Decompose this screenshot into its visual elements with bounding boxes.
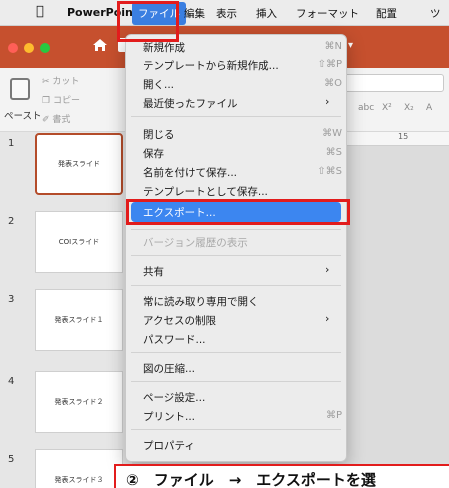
slide-thumbnail[interactable]: 発表スライド xyxy=(35,133,123,195)
menu-separator xyxy=(131,229,341,230)
menu-view[interactable]: 表示 xyxy=(216,6,237,21)
ruler-mark: 15 xyxy=(398,132,409,141)
slide-thumbnail-title: 発表スライド１ xyxy=(54,316,104,324)
shortcut-save: ⌘S xyxy=(325,147,342,158)
instruction-note: ② ファイル → エクスポートを選 xyxy=(114,464,449,488)
slide-thumbnail[interactable]: 発表スライド３ xyxy=(35,449,123,488)
menubar:  PowerPoint ファイル 編集 表示 挿入 フォーマット 配置 ツ xyxy=(0,0,449,26)
copy-button[interactable]: ❐ コピー xyxy=(42,93,80,106)
menu-separator xyxy=(131,429,341,430)
shortcut-new: ⌘N xyxy=(324,41,342,52)
menu-item-page-setup[interactable]: ページ設定... xyxy=(143,390,205,405)
menu-item-new-from-template[interactable]: テンプレートから新規作成... xyxy=(143,58,279,73)
menu-item-restrict-access[interactable]: アクセスの制限 xyxy=(143,313,216,328)
menu-item-open[interactable]: 開く... xyxy=(143,77,174,92)
format-painter-button[interactable]: ✐ 書式 xyxy=(42,112,70,125)
menu-separator xyxy=(131,255,341,256)
slide-number: 4 xyxy=(8,376,15,387)
menu-item-save-as[interactable]: 名前を付けて保存... xyxy=(143,165,237,180)
menu-item-new[interactable]: 新規作成 xyxy=(143,40,185,55)
menu-separator xyxy=(131,352,341,353)
apple-icon[interactable]:  xyxy=(36,4,44,19)
home-icon[interactable] xyxy=(92,37,108,53)
paste-icon[interactable] xyxy=(10,78,30,100)
font-effects-button[interactable]: A xyxy=(426,103,432,113)
superscript-button[interactable]: X² xyxy=(382,103,392,113)
close-window-button[interactable] xyxy=(8,43,18,53)
font-size-input[interactable] xyxy=(344,74,444,92)
cut-button[interactable]: ✂ カット xyxy=(42,74,79,87)
shortcut-open: ⌘O xyxy=(324,78,342,89)
annotation-file-box xyxy=(117,1,179,42)
menu-item-save[interactable]: 保存 xyxy=(143,146,164,161)
slide-thumbnail[interactable]: 発表スライド１ xyxy=(35,289,123,351)
slide-thumbnail-title: 発表スライド２ xyxy=(54,398,104,406)
slide-thumbnail-title: 発表スライド xyxy=(58,160,100,168)
ruler xyxy=(340,132,449,146)
slide-thumbnail[interactable]: 発表スライド２ xyxy=(35,371,123,433)
zoom-window-button[interactable] xyxy=(40,43,50,53)
slide-thumbnails-pane: 1 発表スライド 2 COIスライド 3 発表スライド１ 4 発表スライド２ 5… xyxy=(0,132,132,488)
shortcut-close: ⌘W xyxy=(322,128,342,139)
minimize-window-button[interactable] xyxy=(24,43,34,53)
annotation-export-box xyxy=(126,199,350,225)
chevron-down-icon[interactable]: ▾ xyxy=(348,40,353,51)
shortcut-new-from-template: ⇧⌘P xyxy=(317,59,342,70)
chevron-right-icon: › xyxy=(325,263,330,276)
format-label: 書式 xyxy=(52,115,71,125)
slide-number: 5 xyxy=(8,454,15,465)
menu-separator xyxy=(131,285,341,286)
menu-tools[interactable]: ツ xyxy=(430,6,441,21)
menu-edit[interactable]: 編集 xyxy=(184,6,205,21)
strikethrough-button[interactable]: abc xyxy=(358,103,374,113)
copy-label: コピー xyxy=(52,96,80,106)
menu-item-close[interactable]: 閉じる xyxy=(143,127,175,142)
chevron-right-icon: › xyxy=(325,95,330,108)
menu-item-compress-pictures[interactable]: 図の圧縮... xyxy=(143,361,195,376)
menu-separator xyxy=(131,116,341,117)
shortcut-save-as: ⇧⌘S xyxy=(317,166,342,177)
menu-item-password[interactable]: パスワード... xyxy=(143,332,206,347)
menu-item-recent[interactable]: 最近使ったファイル xyxy=(143,96,238,111)
slide-thumbnail-title: 発表スライド３ xyxy=(54,476,104,484)
menu-separator xyxy=(131,381,341,382)
menu-format[interactable]: フォーマット xyxy=(296,6,359,21)
slide-thumbnail[interactable]: COIスライド xyxy=(35,211,123,273)
slide-number: 3 xyxy=(8,294,15,305)
slide-number: 1 xyxy=(8,138,15,149)
paste-label[interactable]: ペースト xyxy=(4,108,42,122)
menu-arrange[interactable]: 配置 xyxy=(376,6,397,21)
slide-thumbnail-title: COIスライド xyxy=(58,238,100,246)
cut-label: カット xyxy=(52,77,80,87)
menu-item-always-readonly[interactable]: 常に読み取り専用で開く xyxy=(143,294,259,309)
menu-item-print[interactable]: プリント... xyxy=(143,409,195,424)
menu-item-version-history: バージョン履歴の表示 xyxy=(143,237,248,249)
menu-insert[interactable]: 挿入 xyxy=(256,6,277,21)
menu-item-save-as-template[interactable]: テンプレートとして保存... xyxy=(143,184,268,199)
chevron-right-icon: › xyxy=(325,312,330,325)
slide-number: 2 xyxy=(8,216,15,227)
shortcut-print: ⌘P xyxy=(325,410,342,421)
menu-item-share[interactable]: 共有 xyxy=(143,264,164,279)
menu-item-properties[interactable]: プロパティ xyxy=(143,438,195,453)
subscript-button[interactable]: X₂ xyxy=(404,103,414,113)
